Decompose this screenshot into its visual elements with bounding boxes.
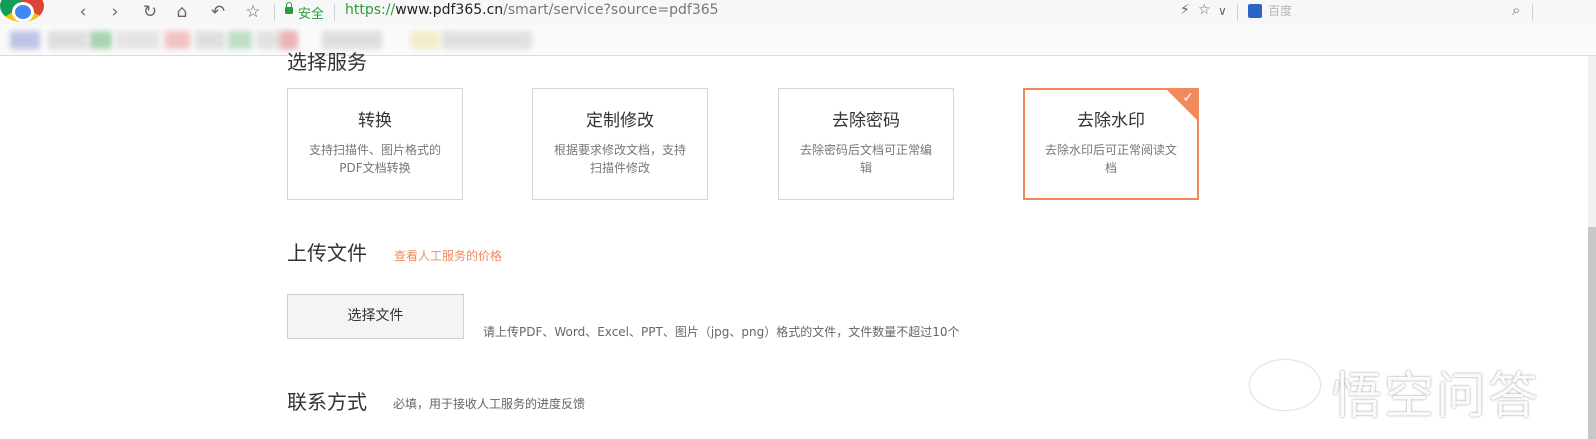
url-path: /smart/service?source=pdf365 [503,2,719,18]
bookmark-star-icon[interactable]: ☆ [1198,2,1211,18]
bookmark-item[interactable] [228,31,252,49]
search-input[interactable]: 百度 [1268,2,1292,19]
back-icon[interactable]: ‹ [72,1,94,23]
card-description: 支持扫描件、图片格式的PDF文档转换 [308,143,441,175]
checkmark-icon: ✓ [1182,90,1194,106]
scrollbar[interactable] [1588,56,1596,439]
card-description: 去除密码后文档可正常编辑 [799,143,932,175]
browser-toolbar: ‹ › ↻ ⌂ ↶ ☆ 安全 https://www.pdf365.cn/sma… [0,0,1596,25]
card-description: 去除水印后可正常阅读文档 [1044,143,1177,175]
lightning-icon[interactable]: ⚡ [1180,2,1190,18]
search-icon[interactable]: ⌕ [1512,1,1520,19]
undo-icon[interactable]: ↶ [207,1,229,23]
bookmark-item[interactable] [90,31,112,49]
card-title: 转换 [358,111,392,131]
star-icon[interactable]: ☆ [242,1,264,23]
upload-hint: 请上传PDF、Word、Excel、PPT、图片（jpg、png）格式的文件，文… [483,325,960,339]
view-price-link[interactable]: 查看人工服务的价格 [394,247,502,264]
card-title: 去除密码 [832,111,900,131]
bookmark-item[interactable] [165,31,190,49]
upload-file-title: 上传文件 [287,241,367,265]
bookmark-item[interactable] [48,31,88,49]
bookmark-bar [0,25,1596,56]
bookmark-item[interactable] [442,31,532,49]
bookmark-item[interactable] [410,31,440,49]
watermark-text: 悟空问答 [1332,367,1540,425]
bookmark-item[interactable] [195,31,225,49]
reload-icon[interactable]: ↻ [139,1,161,23]
choose-file-button[interactable]: 选择文件 [287,294,464,339]
toolbar-divider [1237,4,1238,21]
scrollbar-thumb[interactable] [1588,227,1596,439]
contact-note: 必填，用于接收人工服务的进度反馈 [393,397,586,411]
toolbar-divider [1532,4,1533,21]
home-icon[interactable]: ⌂ [171,1,193,23]
contact-title: 联系方式 [287,390,367,414]
forward-icon[interactable]: › [104,1,126,23]
chrome-logo-icon [0,0,44,22]
baidu-paw-icon: 🐾 [1248,4,1262,18]
select-service-title: 选择服务 [287,50,367,74]
card-description: 根据要求修改文档，支持扫描件修改 [553,143,686,175]
service-card-remove-watermark[interactable]: ✓ 去除水印 去除水印后可正常阅读文档 [1023,88,1199,200]
card-title: 定制修改 [586,111,654,131]
secure-label: 安全 [298,7,325,22]
toolbar-divider [274,4,275,21]
service-card-convert[interactable]: 转换 支持扫描件、图片格式的PDF文档转换 [287,88,463,200]
toolbar-divider [334,4,335,21]
service-card-remove-password[interactable]: 去除密码 去除密码后文档可正常编辑 [778,88,954,200]
service-card-custom-edit[interactable]: 定制修改 根据要求修改文档，支持扫描件修改 [532,88,708,200]
bookmark-item[interactable] [115,31,160,49]
lock-icon [285,2,293,14]
chevron-down-icon[interactable]: ∨ [1218,4,1227,18]
url-scheme: https:// [345,2,396,18]
bookmark-item[interactable] [10,31,40,49]
url-host: www.pdf365.cn [395,2,504,18]
wukong-logo-icon [1250,360,1320,410]
address-bar[interactable]: https://www.pdf365.cn/smart/service?sour… [345,2,719,18]
